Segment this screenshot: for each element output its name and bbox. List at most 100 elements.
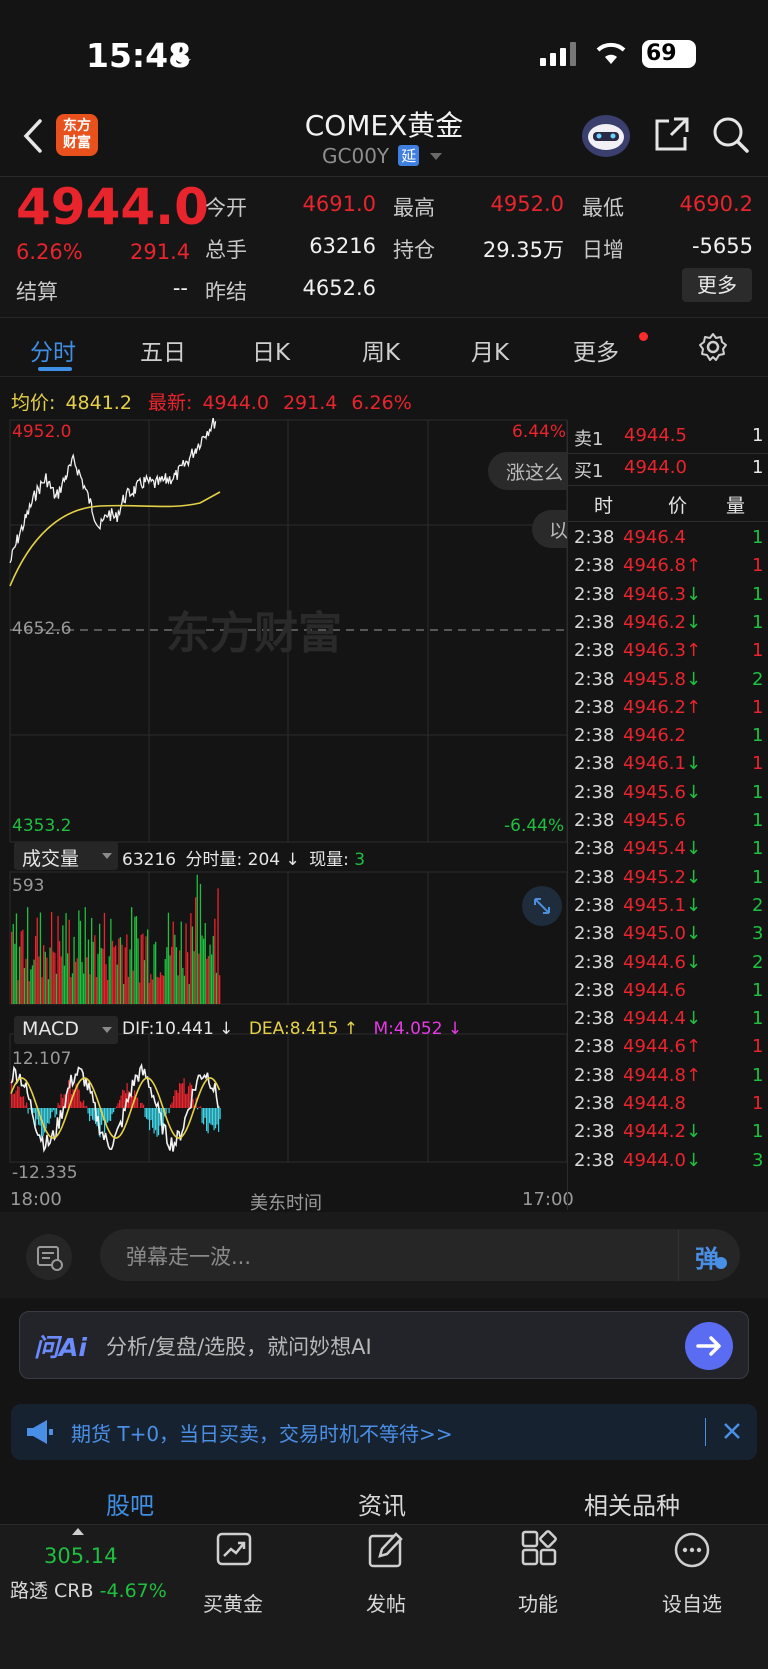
tab-weekly-k[interactable]: 周K	[362, 333, 400, 367]
volume-bar	[86, 957, 88, 1004]
macd-bar	[141, 1102, 143, 1108]
comment-bubble[interactable]: 涨这么	[488, 452, 567, 490]
macd-bar	[35, 1108, 37, 1127]
function-grid-icon[interactable]	[519, 1530, 559, 1570]
active-tab-indicator	[38, 367, 72, 371]
macd-selector-label: MACD	[22, 1018, 79, 1040]
bid-qty: 1	[752, 457, 764, 478]
tab-more[interactable]: 更多	[573, 333, 619, 367]
dock-add-watchlist[interactable]: 设自选	[632, 1588, 752, 1617]
ai-input-bar[interactable]: 问Ai 分析/复盘/选股，就问妙想AI	[19, 1311, 749, 1379]
promo-banner[interactable]: 期货 T+0，当日买卖，交易时机不等待>>	[11, 1404, 757, 1460]
more-button[interactable]: 更多	[682, 268, 752, 302]
volume-bar	[63, 965, 66, 1004]
post-icon[interactable]	[366, 1530, 406, 1570]
close-icon[interactable]	[721, 1420, 743, 1446]
promo-text: 期货 T+0，当日买卖，交易时机不等待>>	[71, 1422, 453, 1446]
bid-label: 买1	[574, 461, 604, 482]
tab-guba[interactable]: 股吧	[106, 1486, 154, 1521]
trade-time: 2:38	[574, 866, 615, 888]
trade-qty: 1	[752, 696, 764, 718]
volume-bar	[207, 956, 210, 1004]
tab-five-day[interactable]: 五日	[140, 333, 186, 367]
macd-bar	[15, 1090, 17, 1108]
danmu-settings-icon[interactable]	[26, 1234, 72, 1280]
trade-qty: 3	[752, 923, 764, 945]
contract-selector[interactable]: GC00Y 延	[322, 144, 443, 172]
buy-gold-icon[interactable]	[214, 1530, 254, 1570]
ticker-line[interactable]: 路透 CRB -4.67%	[10, 1576, 167, 1603]
volume-bar	[164, 959, 166, 1004]
trade-qty: 1	[752, 1121, 764, 1143]
low-label: 最低	[582, 196, 624, 220]
volume-selector[interactable]: 成交量	[14, 842, 118, 870]
ticker-price[interactable]: 305.14	[44, 1544, 117, 1568]
macd-bar	[213, 1108, 215, 1131]
volume-bar	[199, 883, 202, 1004]
volume-bar	[211, 954, 213, 1004]
trade-row: 2:38 4946.2↓ 1	[568, 609, 768, 639]
danmu-input[interactable]: 弹幕走一波...	[100, 1229, 678, 1281]
macd-bar	[59, 1105, 61, 1108]
trade-row: 2:38 4944.2↓ 1	[568, 1118, 768, 1148]
dock-buy-gold[interactable]: 买黄金	[173, 1588, 293, 1617]
macd-bar	[197, 1108, 199, 1110]
volume-bar	[169, 955, 171, 1004]
macd-bar	[176, 1090, 178, 1108]
trade-arrow: ↓	[685, 1008, 702, 1030]
trade-price: 4946.3↑	[623, 640, 702, 662]
comment-bubble[interactable]: 以	[532, 510, 567, 548]
avg-price-line	[9, 491, 221, 587]
volume-bar	[203, 938, 205, 1004]
tab-news[interactable]: 资讯	[358, 1486, 406, 1521]
trade-price: 4946.8↑	[623, 555, 702, 577]
volume-bar	[47, 979, 50, 1004]
settings-icon[interactable]	[698, 332, 728, 366]
trade-price: 4944.2↓	[623, 1121, 702, 1143]
macd-bar	[168, 1108, 170, 1114]
trade-time: 2:38	[574, 810, 615, 831]
trade-qty: 1	[752, 640, 764, 662]
dock-post[interactable]: 发帖	[326, 1588, 446, 1617]
volume-bar	[172, 921, 174, 1004]
volume-bar	[145, 936, 147, 1004]
ai-submit-button[interactable]	[685, 1322, 733, 1370]
expand-icon[interactable]	[522, 886, 562, 926]
high-value: 4952.0	[490, 192, 564, 216]
tab-intraday[interactable]: 分时	[30, 333, 76, 367]
more-dots-icon[interactable]	[672, 1530, 712, 1570]
macd-bar	[80, 1101, 82, 1108]
volume-bar	[113, 947, 115, 1004]
intraday-chart[interactable]: 东方财富	[0, 418, 567, 1208]
trade-price: 4946.1↓	[623, 753, 702, 775]
search-icon[interactable]	[712, 116, 750, 158]
macd-bar	[14, 1093, 16, 1108]
tab-related[interactable]: 相关品种	[584, 1486, 680, 1521]
volume-bar	[89, 974, 91, 1004]
trade-arrow: ↓	[685, 951, 702, 973]
trade-price: 4945.6	[623, 810, 686, 831]
volume-bar	[97, 953, 99, 1004]
trade-time: 2:38	[574, 1036, 615, 1058]
danmu-toggle-label: 弹	[695, 1245, 719, 1273]
tab-monthly-k[interactable]: 月K	[471, 333, 509, 367]
volume-bar	[140, 934, 142, 1004]
macd-bar	[137, 1097, 139, 1108]
dock-functions[interactable]: 功能	[478, 1588, 598, 1617]
share-icon[interactable]	[654, 116, 690, 156]
danmu-toggle-button[interactable]: 弹	[678, 1229, 740, 1281]
volume-bar	[110, 918, 112, 1004]
volume-bar	[91, 917, 93, 1004]
tab-daily-k[interactable]: 日K	[252, 333, 290, 367]
trade-qty: 1	[752, 527, 764, 548]
volume-bar	[57, 915, 59, 1004]
macd-selector[interactable]: MACD	[14, 1016, 118, 1044]
volume-bar	[68, 919, 70, 1004]
ask-qty: 1	[752, 425, 764, 446]
y-top-label: 4952.0	[12, 422, 72, 442]
trade-time: 2:38	[574, 894, 615, 916]
macd-bar	[198, 1106, 200, 1108]
macd-bar	[23, 1096, 25, 1108]
volume-bar	[201, 935, 203, 1004]
robot-avatar-icon[interactable]	[580, 110, 632, 158]
